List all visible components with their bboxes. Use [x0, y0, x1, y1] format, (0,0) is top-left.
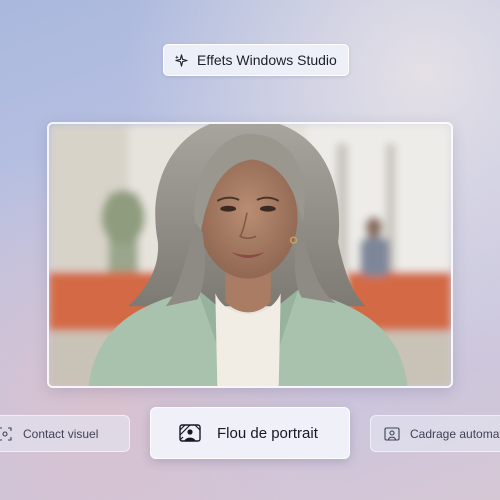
camera-preview: [47, 122, 453, 388]
eye-contact-button[interactable]: Contact visuel: [0, 415, 130, 452]
portrait-blur-icon: [179, 424, 201, 442]
auto-framing-icon: [384, 426, 400, 441]
eye-contact-icon: [0, 426, 12, 441]
studio-effects-title[interactable]: Effets Windows Studio: [163, 44, 349, 76]
sparkle-icon: [175, 53, 188, 67]
camera-preview-image: [49, 124, 451, 386]
eye-contact-label: Contact visuel: [23, 426, 99, 441]
auto-framing-button[interactable]: Cadrage automatique: [370, 415, 500, 452]
auto-framing-label: Cadrage automatique: [410, 426, 500, 441]
portrait-blur-label: Flou de portrait: [217, 424, 318, 442]
studio-effects-title-label: Effets Windows Studio: [197, 52, 337, 68]
portrait-blur-button[interactable]: Flou de portrait: [150, 407, 350, 459]
